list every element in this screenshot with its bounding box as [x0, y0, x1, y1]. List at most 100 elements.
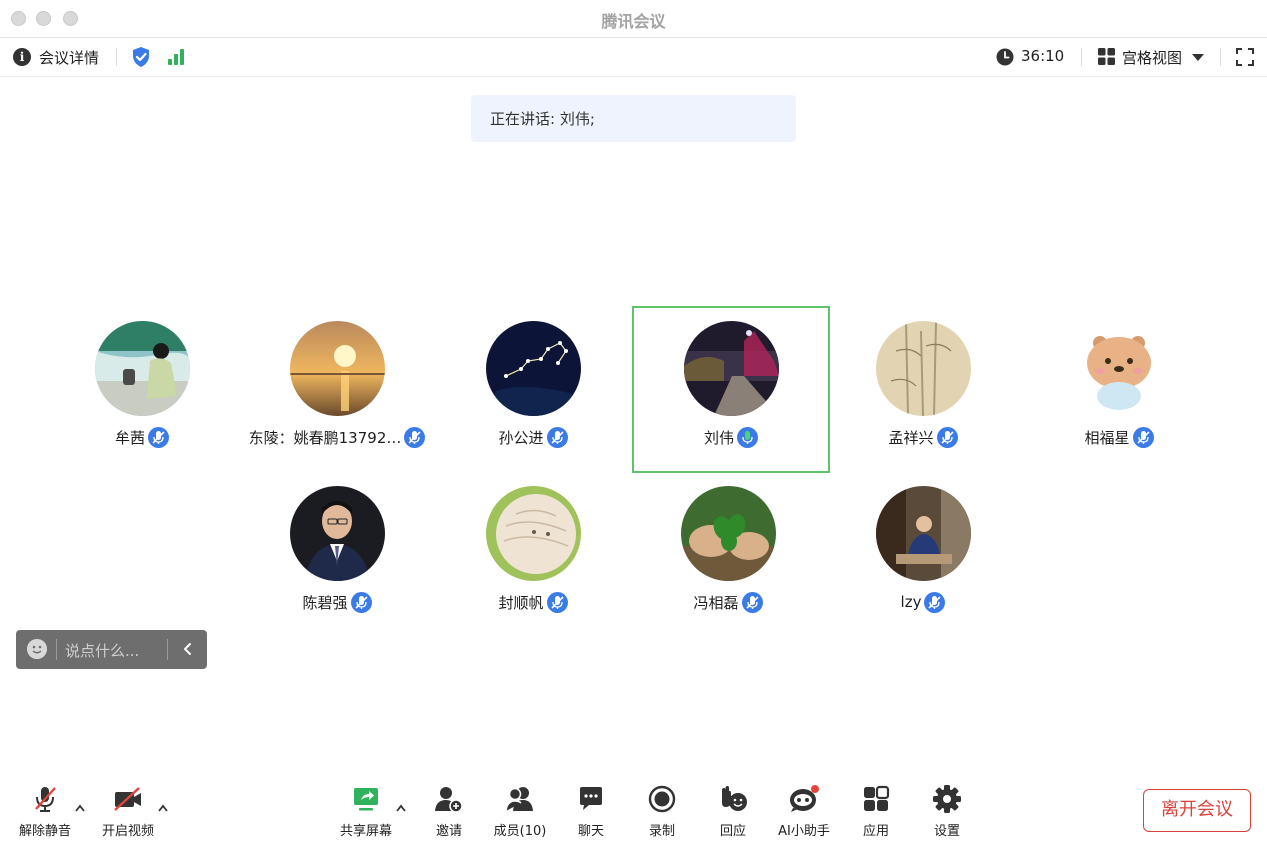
ai-assistant-icon — [790, 785, 819, 812]
chevron-up-icon[interactable] — [157, 803, 169, 813]
record-button[interactable]: 录制 — [627, 783, 697, 839]
start-video-label: 开启视频 — [101, 824, 154, 839]
meeting-details-button[interactable]: 会议详情 — [39, 47, 99, 68]
mic-muted-icon — [350, 591, 372, 613]
title-bar: 腾讯会议 — [0, 0, 1267, 38]
avatar — [1072, 321, 1167, 416]
members-button[interactable]: 成员(10) — [485, 783, 555, 839]
chat-input-placeholder[interactable]: 说点什么... — [65, 640, 139, 661]
ai-assistant-label: AI小助手 — [778, 824, 830, 839]
settings-button[interactable]: 设置 — [912, 783, 982, 839]
unmute-label: 解除静音 — [18, 824, 71, 839]
participant-tile[interactable]: 孟祥兴 — [826, 308, 1020, 471]
active-speaker-banner: 正在讲话: 刘伟; — [471, 95, 796, 142]
record-icon — [648, 785, 676, 813]
video-off-icon — [114, 787, 141, 811]
share-screen-label: 共享屏幕 — [339, 824, 392, 839]
mic-muted-icon — [148, 426, 169, 448]
avatar — [681, 486, 776, 581]
chat-label: 聊天 — [577, 824, 604, 839]
participant-tile[interactable]: 牟茜 — [45, 308, 239, 471]
grid-view-icon[interactable] — [1098, 48, 1115, 65]
avatar — [876, 321, 971, 416]
view-mode-dropdown[interactable]: 宫格视图 — [1122, 47, 1182, 68]
participant-tile[interactable]: 陈碧强 — [240, 473, 434, 636]
apps-button[interactable]: 应用 — [841, 783, 911, 839]
window-title: 腾讯会议 — [601, 12, 666, 31]
chat-icon — [580, 787, 602, 810]
mic-muted-icon — [936, 426, 958, 448]
avatar — [290, 321, 385, 416]
divider — [56, 639, 57, 660]
mic-muted-icon — [1132, 426, 1154, 448]
mic-muted-icon — [546, 426, 568, 448]
participant-name: 相福星 — [1084, 428, 1130, 447]
participant-name: 冯相磊 — [693, 593, 739, 612]
participant-name: 牟茜 — [114, 428, 145, 447]
participant-tile-active-speaker[interactable]: 刘伟 — [632, 306, 830, 473]
avatar — [684, 321, 779, 416]
mic-muted-icon — [741, 591, 763, 613]
ai-assistant-button[interactable]: AI小助手 — [769, 783, 839, 839]
apps-label: 应用 — [862, 824, 889, 839]
members-icon — [505, 787, 533, 812]
chevron-up-icon[interactable] — [74, 803, 86, 813]
leave-meeting-button[interactable]: 离开会议 — [1143, 789, 1251, 832]
divider — [1220, 48, 1221, 66]
participant-name: 孟祥兴 — [888, 428, 934, 447]
divider — [167, 639, 168, 660]
members-label: 成员(10) — [493, 824, 547, 839]
meeting-window: 腾讯会议 i 会议详情 36:10 宫格视图 正在讲话: 刘伟; 牟茜 东陵：姚… — [0, 0, 1267, 845]
chevron-left-icon[interactable] — [178, 639, 198, 659]
participant-tile[interactable]: 冯相磊 — [631, 473, 825, 636]
participant-tile[interactable]: 东陵：姚春鹏13792… — [240, 308, 434, 471]
divider — [116, 48, 117, 66]
participant-name: 封顺帆 — [498, 593, 544, 612]
avatar — [876, 486, 971, 581]
participant-name: 孙公进 — [498, 428, 544, 447]
meeting-timer: 36:10 — [1021, 47, 1065, 65]
unmute-button[interactable]: 解除静音 — [10, 783, 80, 839]
participant-name: lzy — [900, 593, 922, 611]
participant-name: 刘伟 — [703, 428, 734, 447]
participant-name: 东陵：姚春鹏13792… — [248, 428, 402, 447]
react-label: 回应 — [719, 824, 746, 839]
raise-hand-emoji-icon — [722, 786, 747, 811]
meeting-info-bar: i 会议详情 36:10 宫格视图 — [0, 38, 1267, 77]
start-video-button[interactable]: 开启视频 — [93, 783, 163, 839]
avatar — [95, 321, 190, 416]
divider — [1081, 48, 1082, 66]
avatar — [290, 486, 385, 581]
participant-tile[interactable]: 封顺帆 — [436, 473, 630, 636]
share-screen-icon — [354, 788, 378, 811]
emoji-icon[interactable] — [27, 639, 47, 659]
clock-icon — [996, 48, 1014, 66]
add-user-icon — [435, 787, 463, 813]
info-icon[interactable]: i — [13, 48, 31, 66]
invite-label: 邀请 — [435, 824, 462, 839]
participant-tile[interactable]: 孙公进 — [436, 308, 630, 471]
apps-icon — [864, 785, 890, 811]
mic-muted-icon — [404, 426, 426, 448]
security-shield-icon[interactable] — [131, 46, 151, 68]
participant-tile[interactable]: 相福星 — [1022, 308, 1216, 471]
gear-icon — [933, 785, 961, 813]
avatar — [486, 486, 581, 581]
chevron-up-icon[interactable] — [395, 803, 407, 813]
invite-button[interactable]: 邀请 — [414, 783, 484, 839]
network-signal-icon[interactable] — [168, 49, 188, 65]
avatar — [486, 321, 581, 416]
settings-label: 设置 — [933, 824, 960, 839]
chat-quick-input[interactable]: 说点什么... — [16, 630, 207, 669]
participant-name: 陈碧强 — [302, 593, 348, 612]
mic-speaking-icon — [737, 426, 758, 448]
mic-off-icon — [35, 787, 56, 812]
chat-button[interactable]: 聊天 — [556, 783, 626, 839]
record-label: 录制 — [648, 824, 675, 839]
react-button[interactable]: 回应 — [698, 783, 768, 839]
caret-down-icon[interactable] — [1192, 54, 1204, 61]
fullscreen-icon[interactable] — [1235, 47, 1255, 67]
mic-muted-icon — [924, 591, 946, 613]
share-screen-button[interactable]: 共享屏幕 — [331, 783, 401, 839]
participant-tile[interactable]: lzy — [826, 473, 1020, 636]
